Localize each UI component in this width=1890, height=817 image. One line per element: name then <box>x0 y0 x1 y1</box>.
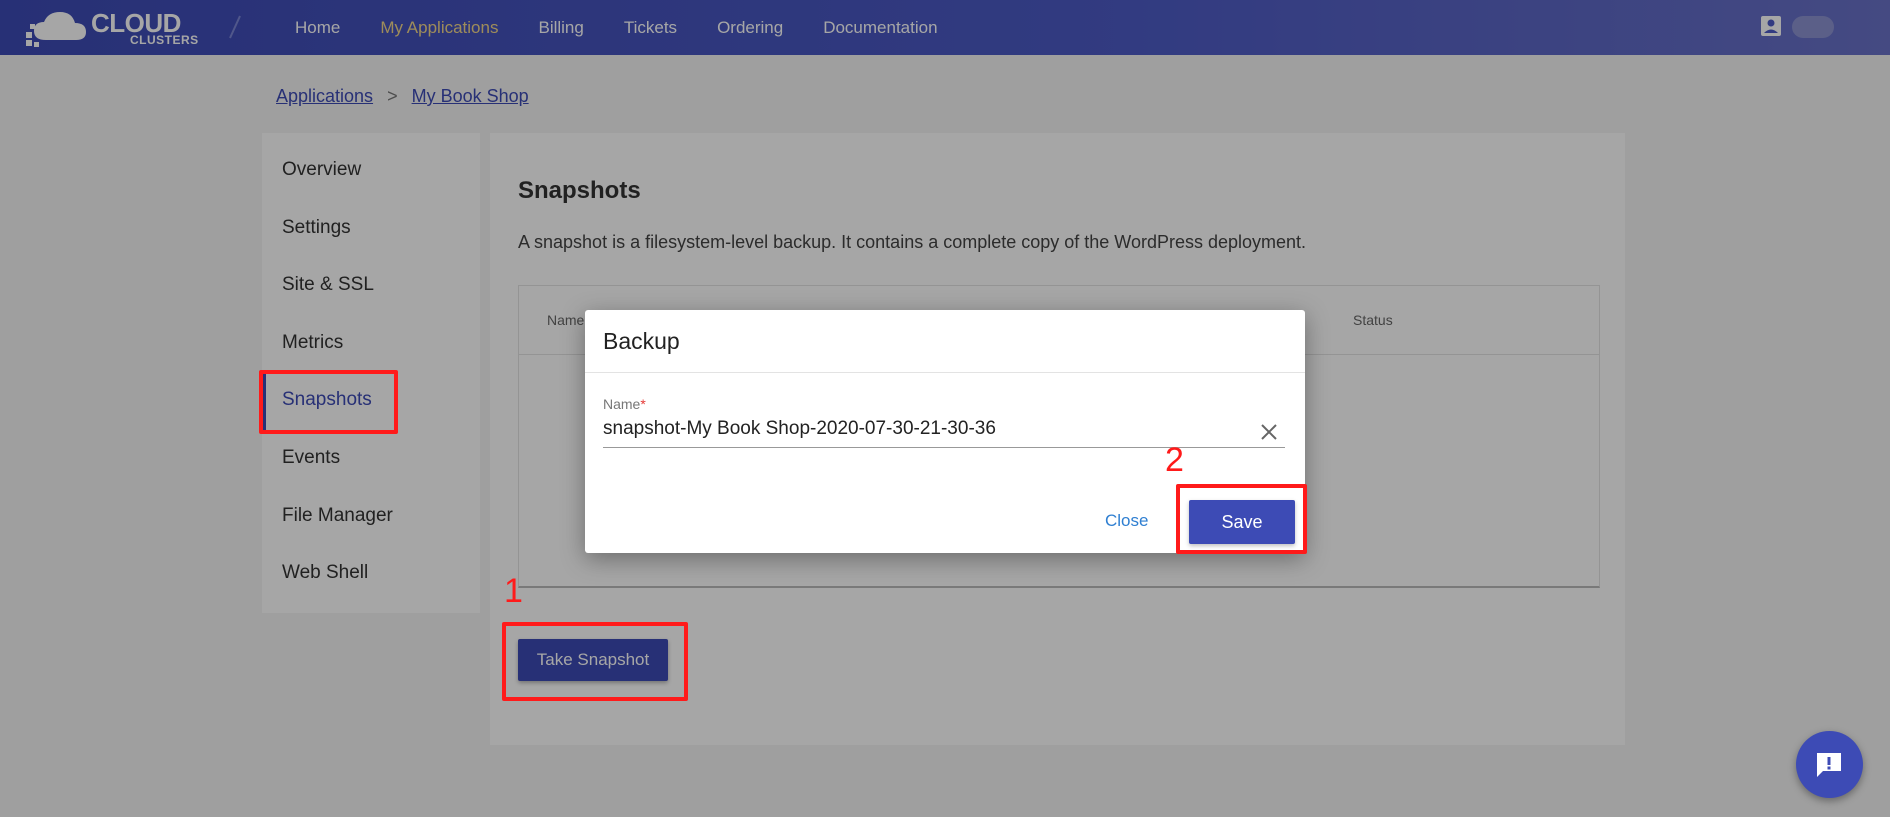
annotation-box-save <box>1176 484 1307 554</box>
annotation-box-snapshots <box>259 370 398 434</box>
dialog-divider <box>585 372 1305 373</box>
annotation-step-1: 1 <box>504 572 523 610</box>
clear-icon[interactable] <box>1259 422 1279 442</box>
chat-support-button[interactable] <box>1796 731 1863 798</box>
annotation-box-take-snapshot <box>502 622 688 701</box>
dialog-title: Backup <box>603 328 680 354</box>
snapshot-name-input[interactable]: snapshot-My Book Shop-2020-07-30-21-30-3… <box>603 418 1243 440</box>
close-button[interactable]: Close <box>1105 511 1148 531</box>
name-field-label: Name* <box>603 396 646 412</box>
annotation-step-2: 2 <box>1165 441 1184 479</box>
name-label-text: Name <box>603 396 641 412</box>
required-asterisk: * <box>640 396 646 412</box>
chat-alert-icon <box>1817 753 1841 777</box>
